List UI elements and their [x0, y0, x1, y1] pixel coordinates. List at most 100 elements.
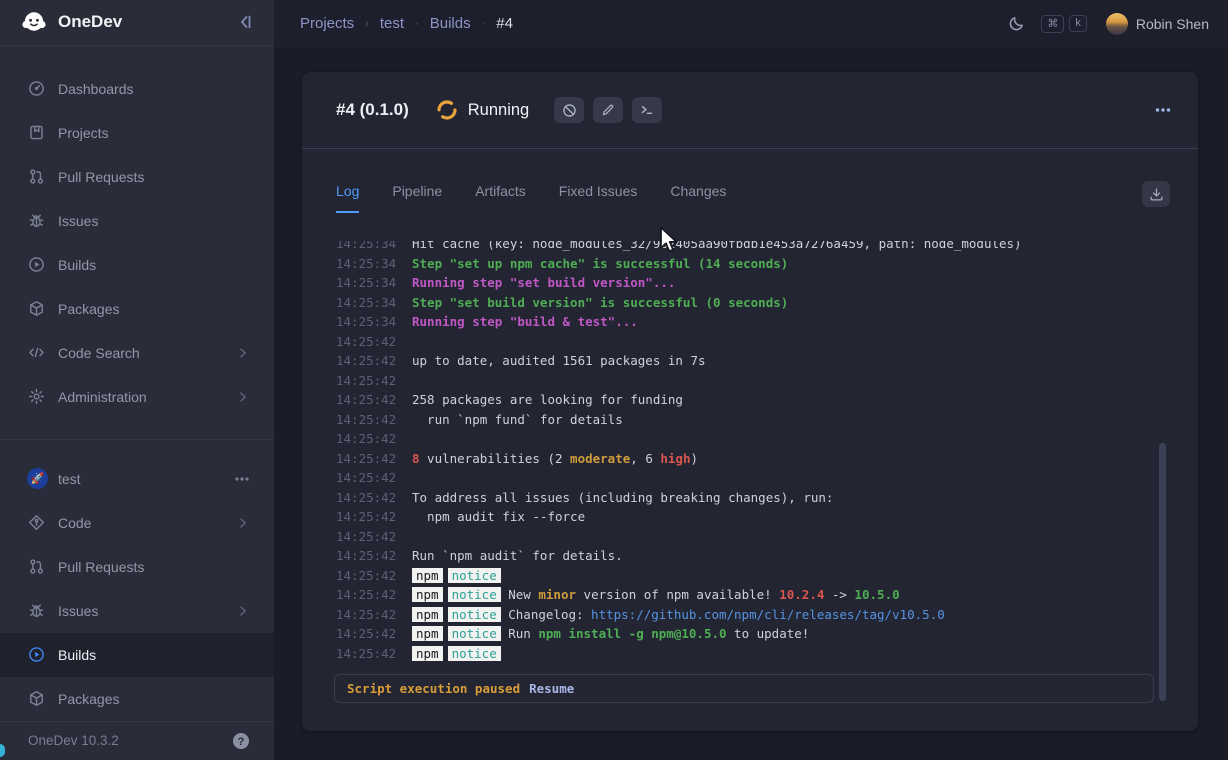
breadcrumb-item-test[interactable]: test: [380, 15, 404, 32]
log-timestamp: 14:25:42: [336, 624, 398, 644]
cancel-build-button[interactable]: [554, 97, 584, 123]
sidebar-project-nav: Code Pull Requests Issues Builds Packages: [0, 501, 274, 721]
log-timestamp: 14:25:42: [336, 527, 398, 547]
chevron-right-icon: [236, 390, 250, 404]
project-name: test: [58, 471, 81, 487]
package-icon: [28, 690, 45, 707]
sidebar-collapse-icon[interactable]: [236, 13, 254, 31]
sidebar-item-pull-requests[interactable]: Pull Requests: [0, 155, 274, 199]
edit-build-button[interactable]: [593, 97, 623, 123]
log-text: 10.5.0: [854, 587, 899, 602]
breadcrumb-item-builds[interactable]: Builds: [430, 15, 471, 32]
log-timestamp: 14:25:42: [336, 507, 398, 527]
dark-mode-toggle-icon[interactable]: [1008, 15, 1025, 32]
sidebar-item-administration[interactable]: Administration: [0, 375, 274, 419]
build-status: Running: [468, 101, 529, 120]
sidebar-item-issues[interactable]: Issues: [0, 199, 274, 243]
breadcrumb-separator: ›: [365, 18, 369, 30]
log-timestamp: 14:25:42: [336, 429, 398, 449]
log-text: , 6: [630, 451, 660, 466]
log-lines: 14:25:34Hit cache (key: node_modules_32/…: [336, 241, 1154, 663]
shortcut-key-cmd[interactable]: ⌘: [1041, 15, 1064, 33]
sidebar-item-label: Pull Requests: [58, 559, 144, 575]
sidebar-item-code[interactable]: Code: [0, 501, 274, 545]
log-line: 14:25:34Step "set up npm cache" is succe…: [336, 254, 1154, 274]
sidebar-item-label: Administration: [58, 389, 147, 405]
breadcrumb-item-projects[interactable]: Projects: [300, 15, 354, 32]
paused-banner: Script execution paused Resume: [334, 674, 1154, 703]
breadcrumb-item--4: #4: [496, 15, 513, 32]
shortcut-key-k[interactable]: k: [1069, 15, 1087, 32]
log-line: 14:25:34Running step "set build version"…: [336, 273, 1154, 293]
sidebar-item-label: Builds: [58, 647, 96, 663]
user-avatar[interactable]: [1106, 13, 1128, 35]
breadcrumb: Projects›test·Builds·#4: [300, 15, 513, 32]
log-line: 14:25:42 npm audit fix --force: [336, 507, 1154, 527]
log-badge-notice: notice: [448, 587, 501, 602]
log-timestamp: 14:25:42: [336, 546, 398, 566]
sidebar-item-label: Pull Requests: [58, 169, 144, 185]
tab-pipeline[interactable]: Pipeline: [392, 183, 442, 213]
help-icon[interactable]: ?: [232, 732, 250, 750]
log-line: 14:25:34Running step "build & test"...: [336, 312, 1154, 332]
brand-name: OneDev: [58, 12, 236, 32]
tab-fixed-issues[interactable]: Fixed Issues: [559, 183, 638, 213]
build-more-icon[interactable]: [1154, 101, 1172, 119]
tab-changes[interactable]: Changes: [670, 183, 726, 213]
sidebar-header: OneDev: [0, 0, 274, 46]
sidebar-footer: OneDev 10.3.2 ?: [0, 721, 274, 760]
sidebar-item-issues[interactable]: Issues: [0, 589, 274, 633]
running-spinner-icon: [436, 99, 458, 121]
log-text: vulnerabilities (2: [420, 451, 571, 466]
sidebar-item-label: Projects: [58, 125, 109, 141]
download-icon: [1149, 187, 1164, 202]
sidebar-item-builds[interactable]: Builds: [0, 243, 274, 287]
log-text: Hit cache (key: node_modules_32/9b2405aa…: [412, 241, 1022, 251]
sidebar-project-header[interactable]: 🚀 test: [0, 457, 274, 501]
sidebar-item-label: Packages: [58, 691, 119, 707]
log-line: 14:25:42up to date, audited 1561 package…: [336, 351, 1154, 371]
tab-log[interactable]: Log: [336, 183, 359, 213]
user-name[interactable]: Robin Shen: [1136, 16, 1209, 32]
main-area: Projects›test·Builds·#4 ⌘ k Robin Shen #…: [274, 0, 1228, 760]
log-line: 14:25:34Step "set build version" is succ…: [336, 293, 1154, 313]
pull-request-icon: [28, 168, 45, 185]
log-text: npm audit fix --force: [412, 509, 585, 524]
resume-link[interactable]: Resume: [529, 681, 574, 696]
pull-request-icon: [28, 558, 45, 575]
log-line: 14:25:42To address all issues (including…: [336, 488, 1154, 508]
sidebar-item-dashboards[interactable]: Dashboards: [0, 67, 274, 111]
app-version: OneDev 10.3.2: [28, 733, 119, 748]
build-log[interactable]: 14:25:34Hit cache (key: node_modules_32/…: [336, 241, 1154, 666]
project-more-icon[interactable]: [234, 471, 250, 487]
sidebar-item-code-search[interactable]: Code Search: [0, 331, 274, 375]
content-area: #4 (0.1.0) Running: [274, 47, 1228, 760]
log-text: Step "set up npm cache" is successful (1…: [412, 256, 788, 271]
terminal-button[interactable]: [632, 97, 662, 123]
sidebar-item-pull-requests[interactable]: Pull Requests: [0, 545, 274, 589]
build-tabs: Log Pipeline Artifacts Fixed Issues Changes: [302, 149, 1198, 213]
sidebar-main-nav: Dashboards Projects Pull Requests IssuesBui…: [0, 46, 274, 419]
log-timestamp: 14:25:42: [336, 410, 398, 430]
play-icon: [28, 646, 45, 663]
sidebar-item-packages[interactable]: Packages: [0, 287, 274, 331]
tab-artifacts[interactable]: Artifacts: [475, 183, 526, 213]
log-text: npm install -g npm@10.5.0: [538, 626, 726, 641]
build-header: #4 (0.1.0) Running: [302, 72, 1198, 149]
log-timestamp: 14:25:42: [336, 371, 398, 391]
log-line: 14:25:42npmnotice: [336, 566, 1154, 586]
sidebar: OneDev Dashboards Projects Pull Requests Is…: [0, 0, 274, 760]
log-text: 10.2.4: [779, 587, 824, 602]
log-line: 14:25:42Run `npm audit` for details.: [336, 546, 1154, 566]
sidebar-item-projects[interactable]: Projects: [0, 111, 274, 155]
sidebar-item-label: Code Search: [58, 345, 140, 361]
sidebar-item-builds[interactable]: Builds: [0, 633, 274, 677]
download-log-button[interactable]: [1142, 181, 1170, 207]
log-text: 8: [412, 451, 420, 466]
log-text: version of npm available!: [576, 587, 779, 602]
gear-icon: [28, 388, 45, 405]
log-badge-notice: notice: [448, 568, 501, 583]
log-scrollbar-thumb[interactable]: [1159, 443, 1166, 701]
sidebar-item-packages[interactable]: Packages: [0, 677, 274, 721]
log-text: moderate: [570, 451, 630, 466]
